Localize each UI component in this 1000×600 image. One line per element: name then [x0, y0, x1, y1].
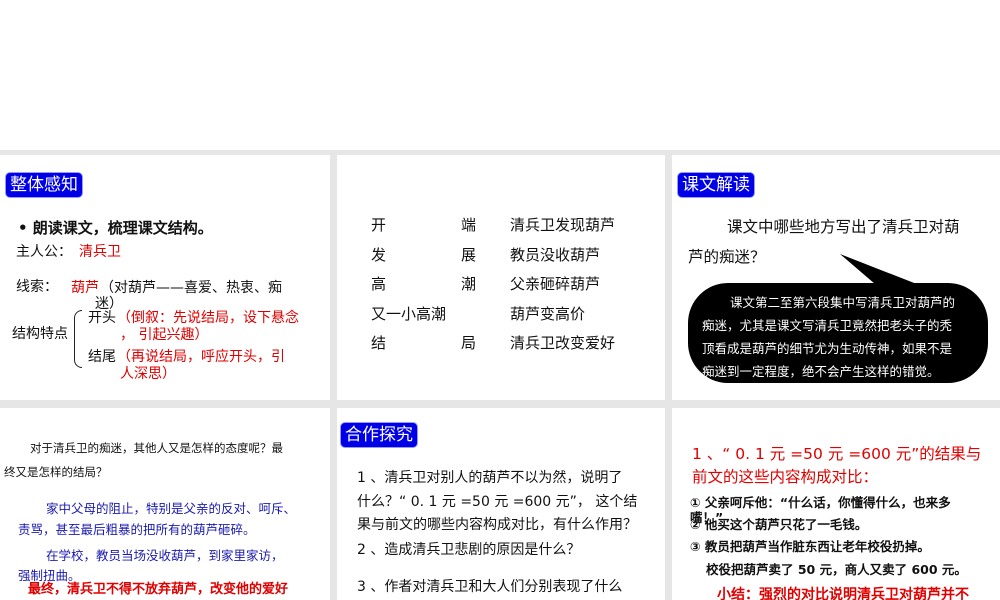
stage-event: 清兵卫改变爱好	[510, 334, 616, 352]
summary: 小结：强烈的对比说明清兵卫对葫芦并不	[717, 587, 969, 600]
clue-label: 线索：	[16, 279, 58, 295]
answer-line: 痴迷到一定程度，绝不会产生这样的错觉。	[702, 364, 940, 379]
slide-attitudes[interactable]: 对于清兵卫的痴迷，其他人又是怎样的态度呢？最 终又是怎样的结局？ 家中父母的阻止…	[0, 408, 330, 600]
end-label: 结尾	[88, 349, 116, 365]
brace	[74, 310, 82, 368]
stage-name: 发	[371, 245, 387, 264]
answer-line: 痴迷，尤其是课文写清兵卫竟然把老头子的秃	[702, 318, 953, 333]
stage-name: 又一小高潮	[371, 304, 447, 323]
question: 对于清兵卫的痴迷，其他人又是怎样的态度呢？最	[30, 441, 283, 455]
family-text-2: 责骂，甚至最后粗暴的把所有的葫芦砸碎。	[18, 522, 256, 537]
heading-2: 前文的这些内容构成对比：	[692, 468, 879, 486]
stage-name-2: 端	[461, 216, 477, 234]
stage-event: 教员没收葫芦	[510, 245, 601, 264]
clue-note: （对葫芦——喜爱、热衷、痴	[100, 280, 282, 296]
slide-plot[interactable]: 开 端 清兵卫发现葫芦发 展 教员没收葫芦高 潮 父亲砸碎葫芦又一小高潮 葫芦变高价结 局 清兵卫…	[337, 155, 665, 400]
section-tag: 合作探究	[340, 422, 418, 448]
answer-line: 顶看成是葫芦的细节尤为生动传神，如果不是	[702, 341, 953, 356]
open-label: 开头	[88, 310, 116, 326]
stage-event: 葫芦变高价	[510, 304, 586, 323]
section-tag: 课文解读	[677, 172, 755, 198]
stage-name-2: 局	[461, 334, 477, 352]
question: 课文中哪些地方写出了清兵卫对葫	[727, 218, 960, 236]
bullet: • 朗读课文，梳理课文结构。	[18, 219, 213, 237]
slide-reading[interactable]: 课文解读 课文中哪些地方写出了清兵卫对葫 芦的痴迷？ 课文第二至第六段集中写清兵…	[672, 155, 1000, 400]
slide-inquiry[interactable]: 合作探究 1 、清兵卫对别人的葫芦不以为然，说明了 什么？“ 0. 1 元 =5…	[337, 408, 665, 600]
question-2: 终又是怎样的结局？	[4, 465, 108, 479]
question-3: 3 、作者对清兵卫和大人们分别表现了什么	[357, 579, 623, 595]
item-3: ③ 教员把葫芦当作脏东西让老年校役扔掉。	[690, 539, 930, 554]
stage-name: 高	[371, 275, 387, 293]
slide-contrast[interactable]: 1 、“ 0. 1 元 =50 元 =600 元”的结果与 前文的这些内容构成对…	[672, 408, 1000, 600]
stage-name-2: 潮	[461, 275, 477, 293]
item-4: 校役把葫芦卖了 50 元，商人又卖了 600 元。	[706, 562, 967, 577]
ending-text: 最终，清兵卫不得不放弃葫芦，改变他的爱好	[28, 582, 289, 597]
section-tag: 整体感知	[5, 172, 83, 198]
stage-name-2: 展	[461, 245, 477, 264]
item-2: ② 他买这个葫芦只花了一毛钱。	[690, 517, 868, 532]
school-text: 在学校，教员当场没收葫芦，到家里家访，	[46, 548, 284, 563]
stage-name: 结	[371, 334, 387, 352]
end-note2: 人深思）	[120, 366, 176, 382]
slide-overall[interactable]: 整体感知 • 朗读课文，梳理课文结构。 主人公： 清兵卫 线索： 葫芦 （对葫芦…	[0, 155, 330, 400]
answer-line: 课文第二至第六段集中写清兵卫对葫芦的	[730, 295, 956, 310]
open-note2: ， 引起兴趣）	[120, 327, 209, 343]
question-1-c: 果与前文的哪些内容构成对比，有什么作用？	[357, 517, 637, 533]
hero-label: 主人公：	[16, 244, 72, 260]
heading: 1 、“ 0. 1 元 =50 元 =600 元”的结果与	[692, 445, 982, 463]
slide-grid: 整体感知 • 朗读课文，梳理课文结构。 主人公： 清兵卫 线索： 葫芦 （对葫芦…	[0, 150, 1000, 600]
question-1-b: 什么？“ 0. 1 元 =50 元 =600 元”， 这个结	[357, 494, 638, 510]
stage-event: 清兵卫发现葫芦	[510, 216, 616, 234]
question-1: 1 、清兵卫对别人的葫芦不以为然，说明了	[357, 470, 623, 486]
struct-label: 结构特点	[12, 326, 68, 342]
hero: 清兵卫	[79, 244, 121, 260]
stage-event: 父亲砸碎葫芦	[510, 275, 601, 293]
stage-name: 开	[371, 216, 387, 234]
question-2: 2 、造成清兵卫悲剧的原因是什么？	[357, 542, 581, 558]
family-text: 家中父母的阻止，特别是父亲的反对、呵斥、	[46, 501, 297, 516]
item-1: ① 父亲呵斥他：“什么话，你懂得什么，也来多	[690, 495, 951, 510]
